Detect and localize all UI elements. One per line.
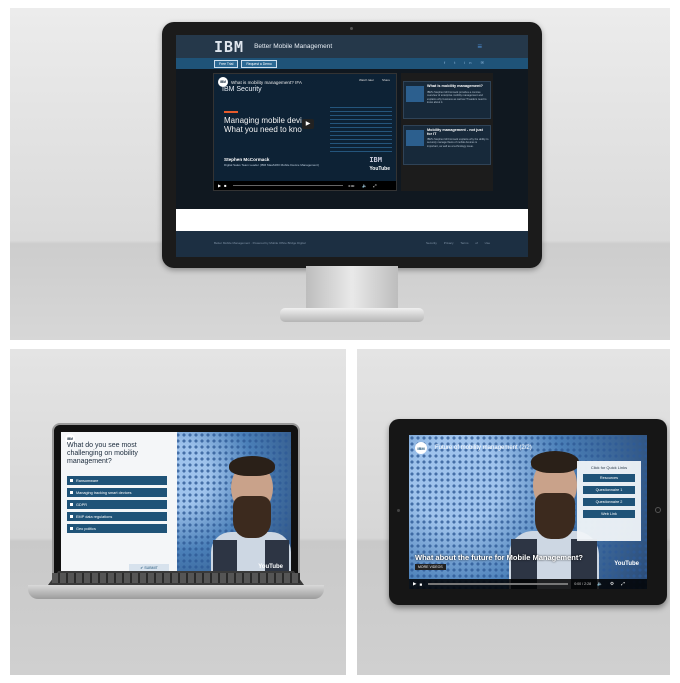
site-footer: Better Mobile Management · Powered by Mo… (176, 231, 528, 257)
tablet-camera (397, 509, 400, 512)
quick-links-header: Click for Quick Links (590, 465, 628, 470)
quiz-question: What do you see most challenging on mobi… (67, 442, 138, 465)
request-demo-button[interactable]: Request a Demo (241, 59, 277, 68)
laptop-scene: IBM What do you see most challenging on … (10, 349, 346, 675)
stop-control-icon[interactable]: ■ (224, 183, 226, 188)
sub-navigation: Free Trial Request a Demo f t in ✉ (176, 58, 528, 69)
accent-bar (224, 111, 238, 113)
content-strip (176, 209, 528, 231)
video-title[interactable]: Future of mobility management (2/2) (435, 445, 532, 451)
tablet-screen: IBM Future of mobility management (2/2) … (409, 435, 647, 589)
site-header: IBM Better Mobile Management ≡ (176, 35, 528, 58)
watch-later-button[interactable]: Watch later (359, 78, 374, 82)
speaker-role: Digital Sales Team Leader (IBM MaaS360 M… (224, 163, 319, 167)
player-control-icons[interactable]: 🔈 ⚙ ⤢ (597, 581, 628, 587)
speaker-hair (229, 456, 275, 476)
laptop-keys (52, 573, 300, 583)
menu-icon[interactable]: ≡ (477, 42, 482, 51)
speaker-hair (531, 451, 579, 473)
tablet-home-button[interactable] (655, 507, 661, 513)
quiz-overlay: IBM What do you see most challenging on … (61, 432, 177, 578)
quiz-option[interactable]: GDPR (67, 500, 167, 509)
play-icon[interactable]: ▶ (302, 119, 314, 129)
card-text: IBM's Stephen McCormack explains why the… (427, 138, 489, 148)
ibm-video-logo: IBM (369, 156, 382, 164)
tablet-scene: IBM Future of mobility management (2/2) … (357, 349, 670, 675)
laptop-lid: IBM What do you see most challenging on … (52, 423, 300, 585)
video-time: 0:00 / 2:28 (574, 582, 592, 586)
submit-button[interactable]: ✔ SUBMIT (129, 564, 169, 572)
speaker-beard (535, 493, 575, 539)
sidebar-card[interactable]: Mobility management - not just for IT IB… (403, 125, 491, 165)
footer-links[interactable]: Security Privacy Terms of Use (426, 241, 490, 245)
video-time: 0:00 (348, 183, 355, 188)
youtube-logo[interactable]: YouTube (258, 564, 283, 570)
ibm-security-brand: IBM Security (222, 86, 262, 93)
monitor-stand (306, 266, 398, 312)
channel-badge[interactable]: IBM (415, 442, 427, 454)
laptop-screen: IBM What do you see most challenging on … (61, 432, 291, 578)
desktop-scene: IBM Better Mobile Management ≡ Free Tria… (10, 8, 670, 340)
speaker-beard (233, 496, 271, 538)
volume-icon[interactable]: 🔈 (362, 183, 367, 188)
free-trial-button[interactable]: Free Trial (214, 59, 239, 68)
site-title: Better Mobile Management (254, 43, 333, 50)
fullscreen-icon[interactable]: ⤢ (373, 183, 376, 188)
speaker-name: Stephen McCormack (224, 157, 270, 162)
tablet-device: IBM Future of mobility management (2/2) … (389, 419, 667, 605)
youtube-logo[interactable]: YouTube (369, 166, 390, 172)
video-player[interactable]: IBM What is mobility management? IFA IBM… (213, 73, 397, 191)
card-thumbnail (406, 86, 424, 102)
card-thumbnail (406, 130, 424, 146)
share-button[interactable]: Share (382, 78, 390, 82)
play-icon[interactable]: ▶ (413, 581, 416, 587)
decorative-lines (330, 104, 392, 154)
card-text: IBM's Stephen McCormack provides a conci… (427, 91, 487, 105)
stop-icon[interactable]: ■ (419, 582, 422, 587)
desktop-screen: IBM Better Mobile Management ≡ Free Tria… (176, 35, 528, 257)
quiz-option[interactable]: Managing tracking smart devices (67, 488, 167, 497)
video-progress-bar[interactable] (428, 583, 569, 585)
monitor-camera (350, 27, 353, 30)
laptop-base (28, 585, 324, 599)
card-title: What is mobility management? (427, 84, 483, 88)
more-videos-button[interactable]: MORE VIDEOS (415, 564, 446, 570)
quick-links-panel: Click for Quick Links Resources Question… (577, 461, 641, 541)
video-sidebar: What is mobility management? IBM's Steph… (401, 73, 493, 191)
quiz-option[interactable]: Geo politics (67, 524, 167, 533)
ibm-logo[interactable]: IBM (214, 38, 244, 56)
video-progress-bar[interactable] (232, 185, 343, 186)
youtube-logo[interactable]: YouTube (614, 561, 639, 567)
quiz-option[interactable]: Ransomware (67, 476, 167, 485)
desktop-monitor: IBM Better Mobile Management ≡ Free Tria… (162, 22, 542, 268)
submit-label: SUBMIT (144, 566, 158, 570)
resources-button[interactable]: Resources (583, 474, 635, 482)
video-controls: ▶ ■ 0:00 / 2:28 🔈 ⚙ ⤢ (409, 579, 647, 589)
card-title: Mobility management - not just for IT (427, 128, 483, 136)
video-caption: What about the future for Mobile Managem… (415, 553, 583, 562)
video-controls: ▶ ■ 0:00 🔈 ⤢ (214, 181, 396, 190)
footer-text: Better Mobile Management · Powered by Mo… (214, 241, 306, 245)
questionnaire-1-button[interactable]: Questionnaire 1 (583, 486, 635, 494)
questionnaire-2-button[interactable]: Questionnaire 2 (583, 498, 635, 506)
quiz-option[interactable]: EMP data regulations (67, 512, 167, 521)
social-icons[interactable]: f t in ✉ (444, 60, 488, 65)
sidebar-card[interactable]: What is mobility management? IBM's Steph… (403, 81, 491, 119)
video-headline: Managing mobile devi What you need to kn… (224, 116, 302, 134)
monitor-base (280, 308, 424, 322)
video-title[interactable]: What is mobility management? IFA (231, 80, 302, 85)
play-control-icon[interactable]: ▶ (218, 183, 221, 188)
web-link-button[interactable]: Web Link (583, 510, 635, 518)
